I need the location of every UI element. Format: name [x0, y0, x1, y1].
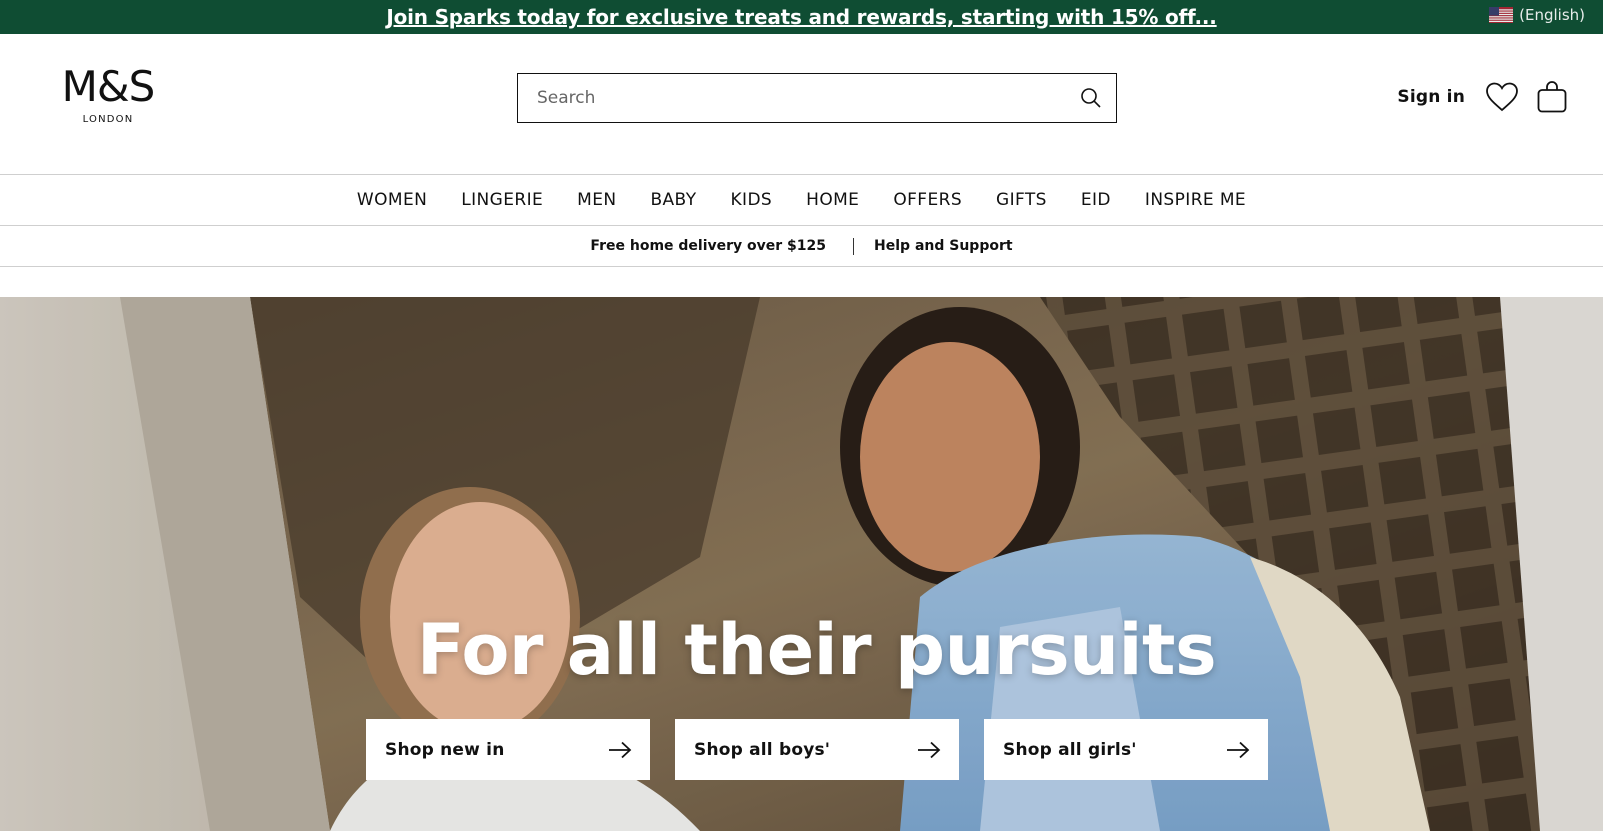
- sparks-promo-link[interactable]: Join Sparks today for exclusive treats a…: [386, 5, 1216, 29]
- heart-icon: [1486, 82, 1518, 112]
- nav-item-gifts[interactable]: GIFTS: [996, 190, 1047, 210]
- hero-banner[interactable]: For all their pursuits Shop new in Shop …: [0, 297, 1603, 831]
- locale-label: (English): [1519, 6, 1585, 24]
- shop-all-girls-button[interactable]: Shop all girls': [984, 719, 1268, 780]
- nav-item-inspire-me[interactable]: INSPIRE ME: [1145, 190, 1246, 210]
- search-bar: [517, 73, 1117, 123]
- main-navigation: WOMEN LINGERIE MEN BABY KIDS HOME OFFERS…: [0, 174, 1603, 226]
- shop-all-boys-button[interactable]: Shop all boys': [675, 719, 959, 780]
- arrow-right-icon: [1227, 741, 1250, 758]
- locale-selector[interactable]: (English): [1489, 6, 1585, 24]
- hero-cta-group: Shop new in Shop all boys' Shop all girl…: [366, 719, 1268, 780]
- free-delivery-link[interactable]: Free home delivery over $125: [590, 238, 826, 254]
- hero-title: For all their pursuits: [416, 609, 1217, 691]
- arrow-right-icon: [918, 741, 941, 758]
- info-bar: Free home delivery over $125 Help and Su…: [0, 226, 1603, 267]
- nav-item-eid[interactable]: EID: [1081, 190, 1111, 210]
- nav-item-baby[interactable]: BABY: [650, 190, 696, 210]
- help-support-link[interactable]: Help and Support: [874, 238, 1013, 254]
- shopping-bag-button[interactable]: [1535, 80, 1569, 114]
- nav-item-lingerie[interactable]: LINGERIE: [461, 190, 543, 210]
- cta-label: Shop new in: [385, 739, 505, 760]
- nav-item-home[interactable]: HOME: [806, 190, 859, 210]
- ms-logo[interactable]: M&S LONDON: [56, 62, 160, 126]
- header-actions: Sign in: [1397, 80, 1569, 114]
- search-button[interactable]: [1066, 74, 1116, 122]
- search-icon: [1081, 88, 1101, 108]
- nav-item-women[interactable]: WOMEN: [357, 190, 427, 210]
- shopping-bag-icon: [1537, 81, 1567, 113]
- sign-in-link[interactable]: Sign in: [1397, 87, 1465, 107]
- search-input[interactable]: [518, 74, 1066, 122]
- logo-wordmark: M&S: [61, 62, 156, 111]
- promo-banner: Join Sparks today for exclusive treats a…: [0, 0, 1603, 34]
- us-flag-icon: [1489, 7, 1514, 23]
- nav-item-men[interactable]: MEN: [577, 190, 616, 210]
- shop-new-in-button[interactable]: Shop new in: [366, 719, 650, 780]
- site-header: M&S LONDON Sign in: [0, 34, 1603, 174]
- nav-item-kids[interactable]: KIDS: [730, 190, 772, 210]
- nav-item-offers[interactable]: OFFERS: [893, 190, 962, 210]
- cta-label: Shop all girls': [1003, 739, 1137, 760]
- info-divider: [853, 237, 855, 255]
- cta-label: Shop all boys': [694, 739, 831, 760]
- wishlist-button[interactable]: [1485, 80, 1519, 114]
- arrow-right-icon: [609, 741, 632, 758]
- logo-subtitle: LONDON: [82, 114, 134, 125]
